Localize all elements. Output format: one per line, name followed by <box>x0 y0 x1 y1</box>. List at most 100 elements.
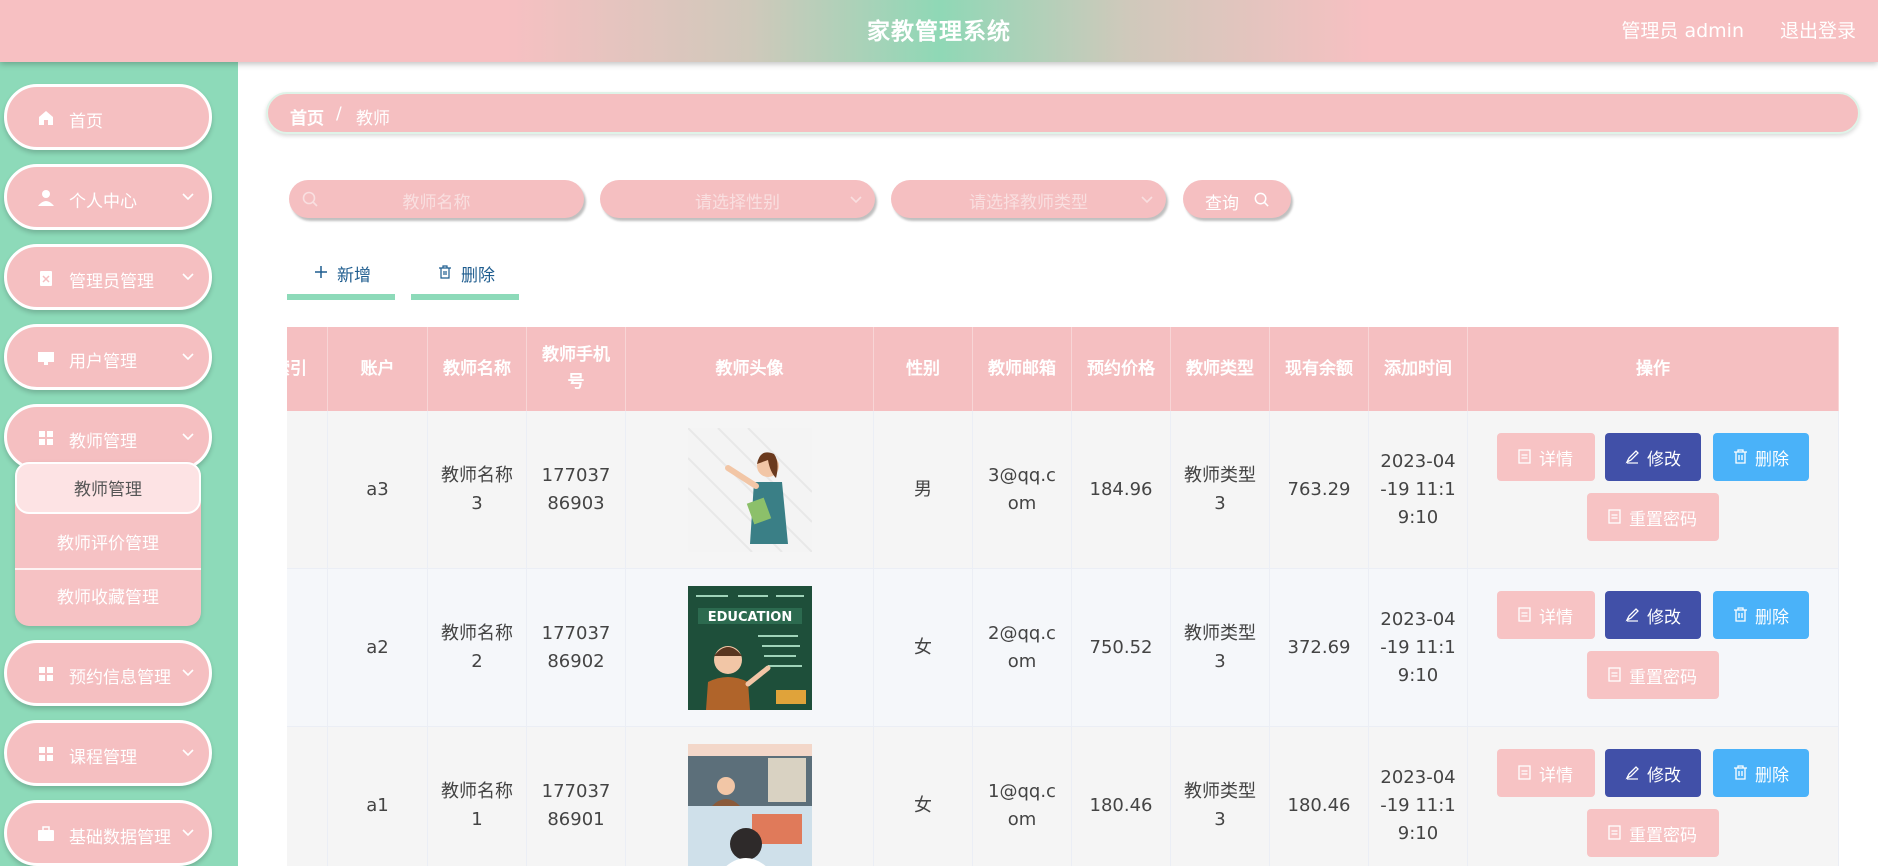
education-chalkboard-avatar: EDUCATION <box>687 586 812 710</box>
cell-email: 3@qq.com <box>973 411 1072 569</box>
delete-button[interactable]: 删除 <box>1713 433 1809 481</box>
edit-button[interactable]: 修改 <box>1605 433 1701 481</box>
sidebar-item-label: 首页 <box>69 112 103 132</box>
cell-balance: 180.46 <box>1270 727 1369 866</box>
table-row: a1 教师名称1 17703786901 女 1@qq.com 180.46 教… <box>287 727 1839 866</box>
chevron-down-icon <box>182 193 194 201</box>
edit-label: 修改 <box>1647 766 1681 786</box>
detail-button[interactable]: 详情 <box>1497 591 1595 639</box>
submenu-item-teacher-favorite[interactable]: 教师收藏管理 <box>15 572 201 624</box>
sidebar-item-label: 用户管理 <box>69 352 137 372</box>
breadcrumb-home[interactable]: 首页 <box>290 104 324 129</box>
col-phone: 教师手机号 <box>527 327 626 411</box>
cell-time: 2023-04-19 11:19:10 <box>1369 727 1468 866</box>
delete-button[interactable]: 删除 <box>1713 591 1809 639</box>
cell-type: 教师类型3 <box>1171 727 1270 866</box>
query-button[interactable]: 查询 <box>1183 180 1291 218</box>
chevron-down-icon <box>182 829 194 837</box>
edit-button[interactable]: 修改 <box>1605 749 1701 797</box>
chevron-down-icon <box>850 196 862 204</box>
teacher-name-search-input[interactable]: 教师名称 <box>289 180 584 218</box>
edit-button[interactable]: 修改 <box>1605 591 1701 639</box>
document-icon <box>1518 607 1531 622</box>
bulk-delete-button[interactable]: 删除 <box>411 256 519 300</box>
cell-gender: 男 <box>874 411 973 569</box>
edit-label: 修改 <box>1647 450 1681 470</box>
sidebar: 首页 个人中心 管理员管理 用户管理 教师管理 教师管理 教师评价管理 教师收藏… <box>0 62 238 866</box>
sidebar-item-users[interactable]: 用户管理 <box>4 324 212 390</box>
monitor-icon <box>38 352 54 365</box>
col-gender: 性别 <box>874 327 973 411</box>
breadcrumb-current: 教师 <box>356 109 390 129</box>
sidebar-item-label: 课程管理 <box>69 748 137 768</box>
query-label: 查询 <box>1205 194 1239 214</box>
breadcrumb-separator: / <box>336 104 342 124</box>
submenu-item-teacher-review[interactable]: 教师评价管理 <box>15 518 201 570</box>
sidebar-item-home[interactable]: 首页 <box>4 84 212 150</box>
classroom-teacher-avatar <box>687 744 812 866</box>
col-type: 教师类型 <box>1171 327 1270 411</box>
detail-button[interactable]: 详情 <box>1497 433 1595 481</box>
document-icon <box>1608 509 1621 524</box>
cell-time: 2023-04-19 11:19:10 <box>1369 569 1468 727</box>
sidebar-item-courses[interactable]: 课程管理 <box>4 720 212 786</box>
teacher-table: 索引 账户 教师名称 教师手机号 教师头像 性别 教师邮箱 预约价格 教师类型 … <box>287 327 1839 866</box>
reset-password-button[interactable]: 重置密码 <box>1587 493 1719 541</box>
chevron-down-icon <box>182 433 194 441</box>
plus-icon <box>315 266 327 278</box>
cell-name: 教师名称3 <box>428 411 527 569</box>
cell-phone: 17703786903 <box>527 411 626 569</box>
table-row: a3 教师名称3 17703786903 男 3@qq.com 184.96 教… <box>287 411 1839 569</box>
logout-link[interactable]: 退出登录 <box>1780 16 1856 43</box>
edit-label: 修改 <box>1647 608 1681 628</box>
cell-index <box>287 727 328 866</box>
cell-account: a1 <box>328 727 428 866</box>
delete-button[interactable]: 删除 <box>1713 749 1809 797</box>
current-user: 管理员 admin <box>1621 20 1744 42</box>
submenu-item-teacher-manage[interactable]: 教师管理 <box>15 462 201 514</box>
reset-password-button[interactable]: 重置密码 <box>1587 809 1719 857</box>
detail-button[interactable]: 详情 <box>1497 749 1595 797</box>
col-avatar: 教师头像 <box>626 327 874 411</box>
detail-label: 详情 <box>1539 766 1573 786</box>
sidebar-item-personal[interactable]: 个人中心 <box>4 164 212 230</box>
cell-time: 2023-04-19 11:19:10 <box>1369 411 1468 569</box>
cell-name: 教师名称2 <box>428 569 527 727</box>
sidebar-item-base-data[interactable]: 基础数据管理 <box>4 800 212 866</box>
cell-index <box>287 411 328 569</box>
svg-text:EDUCATION: EDUCATION <box>707 610 791 625</box>
teacher-type-select[interactable]: 请选择教师类型 <box>891 180 1166 218</box>
reset-password-button[interactable]: 重置密码 <box>1587 651 1719 699</box>
cell-type: 教师类型3 <box>1171 569 1270 727</box>
chevron-down-icon <box>182 669 194 677</box>
add-label: 新增 <box>337 266 371 286</box>
cell-index <box>287 569 328 727</box>
cell-phone: 17703786902 <box>527 569 626 727</box>
add-button[interactable]: 新增 <box>287 256 395 300</box>
sidebar-item-label: 管理员管理 <box>69 272 154 292</box>
cell-price: 750.52 <box>1072 569 1171 727</box>
gender-select[interactable]: 请选择性别 <box>600 180 875 218</box>
col-index: 索引 <box>287 327 328 411</box>
home-icon <box>39 111 53 125</box>
cell-price: 180.46 <box>1072 727 1171 866</box>
cell-type: 教师类型3 <box>1171 411 1270 569</box>
sidebar-item-admin[interactable]: 管理员管理 <box>4 244 212 310</box>
cell-name: 教师名称1 <box>428 727 527 866</box>
cell-gender: 女 <box>874 727 973 866</box>
briefcase-icon <box>38 826 54 841</box>
sidebar-item-label: 个人中心 <box>69 192 137 212</box>
document-icon <box>1518 765 1531 780</box>
cell-avatar: EDUCATION <box>626 569 874 727</box>
sidebar-item-appointments[interactable]: 预约信息管理 <box>4 640 212 706</box>
trash-icon <box>1734 607 1747 622</box>
col-name: 教师名称 <box>428 327 527 411</box>
pencil-icon <box>1625 450 1639 464</box>
trash-icon <box>1734 449 1747 464</box>
teacher-submenu: 教师管理 教师评价管理 教师收藏管理 <box>15 462 201 626</box>
grid-icon <box>39 431 53 445</box>
reset-label: 重置密码 <box>1629 826 1697 846</box>
cell-avatar <box>626 411 874 569</box>
cell-ops: 详情 修改 删除 重置密码 <box>1468 727 1839 866</box>
sidebar-item-teachers[interactable]: 教师管理 <box>4 404 212 470</box>
